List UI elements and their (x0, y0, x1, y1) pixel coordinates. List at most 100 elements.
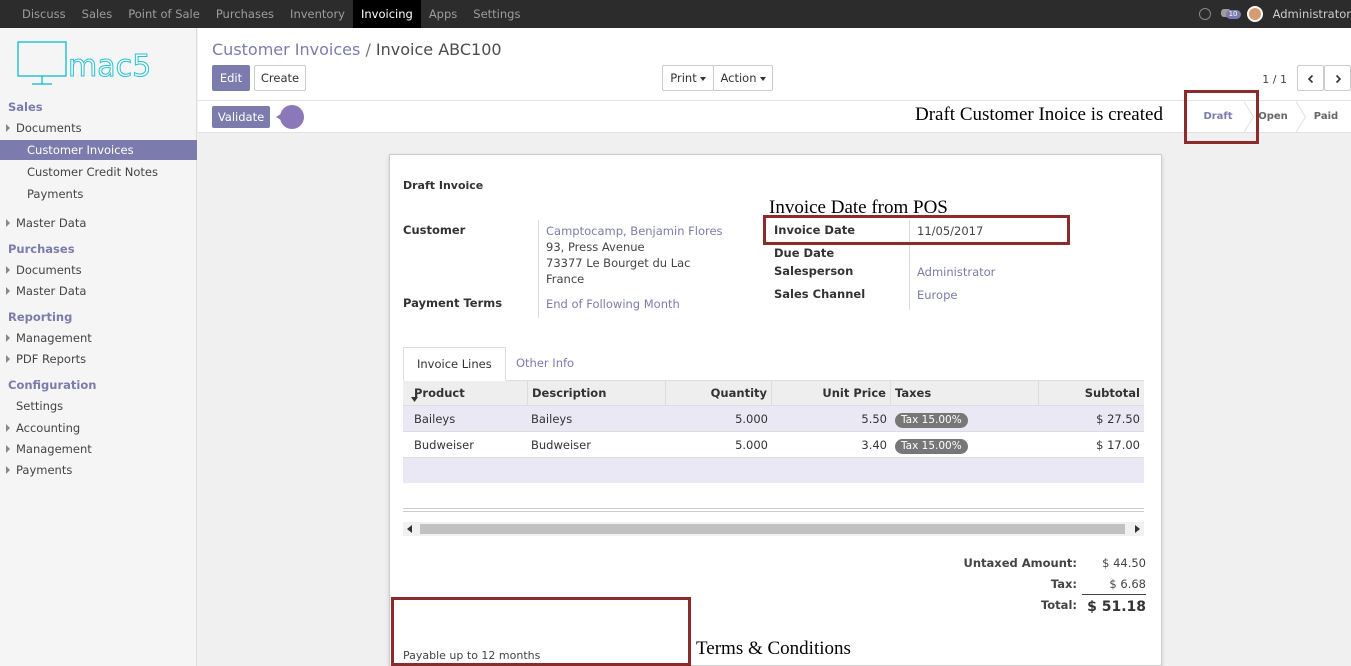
breadcrumb-separator: / (365, 40, 371, 59)
customer-address-line2: 73377 Le Bourget du Lac (546, 256, 691, 270)
add-line-row[interactable] (403, 458, 1144, 483)
column-header-description[interactable]: Description (528, 381, 666, 406)
row-quantity: 5.000 (735, 438, 768, 452)
sales-channel-field[interactable]: Europe (917, 288, 957, 302)
column-header-product[interactable]: Product (410, 381, 528, 406)
menu-sales[interactable]: Sales (74, 0, 121, 28)
tax-label: Tax: (1050, 577, 1077, 591)
stage-paid[interactable]: Paid (1304, 101, 1348, 133)
sidebar-item-management[interactable]: Management (0, 328, 197, 348)
sidebar-item-master-data[interactable]: Master Data (0, 213, 197, 233)
sidebar-item-purchase-documents[interactable]: Documents (0, 260, 197, 280)
row-description: Baileys (531, 412, 573, 426)
edit-button[interactable]: Edit (212, 65, 250, 91)
column-header-taxes[interactable]: Taxes (891, 381, 1039, 406)
breadcrumb-current: Invoice ABC100 (375, 40, 502, 59)
form-title: Draft Invoice (403, 179, 484, 192)
pager-value: 1 / 1 (1262, 73, 1287, 86)
scroll-left-icon (407, 525, 412, 533)
tab-other-info[interactable]: Other Info (503, 347, 587, 381)
annotation-box-invoice-date (763, 215, 1070, 245)
pager-previous-button[interactable] (1297, 65, 1324, 91)
sidebar-item-pdf-reports[interactable]: PDF Reports (0, 349, 197, 369)
sidebar-item-purchase-master-data[interactable]: Master Data (0, 281, 197, 301)
tab-invoice-lines[interactable]: Invoice Lines (403, 347, 506, 381)
scroll-right-icon (1135, 525, 1140, 533)
tax-badge: Tax 15.00% (895, 413, 968, 428)
tip-bubble-icon (276, 105, 304, 129)
menu-invoicing[interactable]: Invoicing (352, 0, 421, 28)
print-button[interactable]: Print (662, 65, 714, 91)
row-unit-price: 5.50 (861, 412, 887, 426)
sidebar-item-documents[interactable]: Documents (0, 118, 197, 138)
chevron-right-icon (1335, 74, 1341, 83)
row-tax: Tax 15.00% (891, 432, 972, 458)
section-reporting: Reporting (8, 310, 73, 324)
column-header-unit-price[interactable]: Unit Price (772, 381, 891, 406)
row-description: Budweiser (531, 438, 591, 452)
row-quantity: 5.000 (735, 412, 768, 426)
sidebar: mac5 Sales Documents Customer Invoices C… (0, 28, 197, 666)
column-header-quantity[interactable]: Quantity (666, 381, 772, 406)
chevron-left-icon (1307, 74, 1313, 83)
control-panel: Customer Invoices / Invoice ABC100 Edit … (198, 28, 1351, 101)
tax-badge: Tax 15.00% (895, 439, 968, 454)
payment-terms-label: Payment Terms (403, 296, 503, 310)
row-product: Baileys (414, 412, 456, 426)
top-menu-bar: Discuss Sales Point of Sale Purchases In… (0, 0, 1351, 28)
customer-field[interactable]: Camptocamp, Benjamin Flores (546, 224, 723, 238)
scrollbar-thumb[interactable] (420, 524, 1125, 534)
menu-inventory[interactable]: Inventory (282, 0, 353, 28)
create-button[interactable]: Create (254, 65, 306, 91)
systray: 10 Administrator (1198, 0, 1351, 28)
annotation-terms: Terms & Conditions (696, 638, 851, 659)
table-footer (403, 508, 1144, 512)
field-divider (538, 220, 539, 318)
total-label: Total: (1040, 598, 1077, 612)
annotation-box-terms (391, 597, 691, 666)
menu-point-of-sale[interactable]: Point of Sale (120, 0, 208, 28)
breadcrumb-parent[interactable]: Customer Invoices (212, 40, 360, 59)
sales-channel-label: Sales Channel (774, 287, 866, 301)
menu-settings[interactable]: Settings (465, 0, 528, 28)
menu-purchases[interactable]: Purchases (208, 0, 282, 28)
customer-address-line3: France (546, 272, 585, 286)
validate-button[interactable]: Validate (212, 106, 270, 128)
svg-text:mac5: mac5 (68, 49, 151, 84)
sidebar-item-config-management[interactable]: Management (0, 439, 197, 459)
sidebar-item-payments[interactable]: Payments (0, 184, 197, 204)
salesperson-field[interactable]: Administrator (917, 265, 995, 279)
pager-next-button[interactable] (1324, 65, 1351, 91)
row-product: Budweiser (414, 438, 474, 452)
horizontal-scrollbar[interactable] (403, 522, 1144, 536)
clock-icon[interactable] (1198, 8, 1211, 20)
user-menu[interactable]: Administrator (1273, 7, 1351, 21)
messages-icon[interactable]: 10 (1220, 8, 1241, 20)
menu-apps[interactable]: Apps (421, 0, 465, 28)
total-value: $ 51.18 (1087, 599, 1146, 615)
column-header-subtotal[interactable]: Subtotal (1039, 381, 1144, 406)
company-logo: mac5 (14, 38, 184, 93)
breadcrumb: Customer Invoices / Invoice ABC100 (212, 40, 502, 59)
row-tax: Tax 15.00% (891, 406, 972, 432)
salesperson-label: Salesperson (774, 264, 854, 278)
sort-down-icon (411, 397, 418, 402)
sidebar-item-accounting[interactable]: Accounting (0, 418, 197, 438)
sidebar-item-customer-credit-notes[interactable]: Customer Credit Notes (0, 162, 197, 182)
due-date-label: Due Date (774, 246, 835, 260)
payment-terms-field[interactable]: End of Following Month (546, 297, 680, 311)
row-unit-price: 3.40 (861, 438, 887, 452)
sidebar-item-settings[interactable]: Settings (0, 396, 197, 416)
sidebar-item-customer-invoices[interactable]: Customer Invoices (0, 140, 197, 160)
untaxed-amount-label: Untaxed Amount: (963, 556, 1078, 570)
customer-address-line1: 93, Press Avenue (546, 240, 645, 254)
action-button[interactable]: Action (713, 65, 773, 91)
menu-discuss[interactable]: Discuss (14, 0, 74, 28)
section-purchases: Purchases (8, 242, 75, 256)
customer-label: Customer (403, 223, 466, 237)
annotation-box-draft (1184, 90, 1259, 144)
avatar[interactable] (1246, 6, 1263, 22)
form-statusbar: Validate Draft Open Paid (198, 101, 1351, 133)
annotation-draft: Draft Customer Inoice is created (915, 104, 1163, 125)
sidebar-item-config-payments[interactable]: Payments (0, 460, 197, 480)
